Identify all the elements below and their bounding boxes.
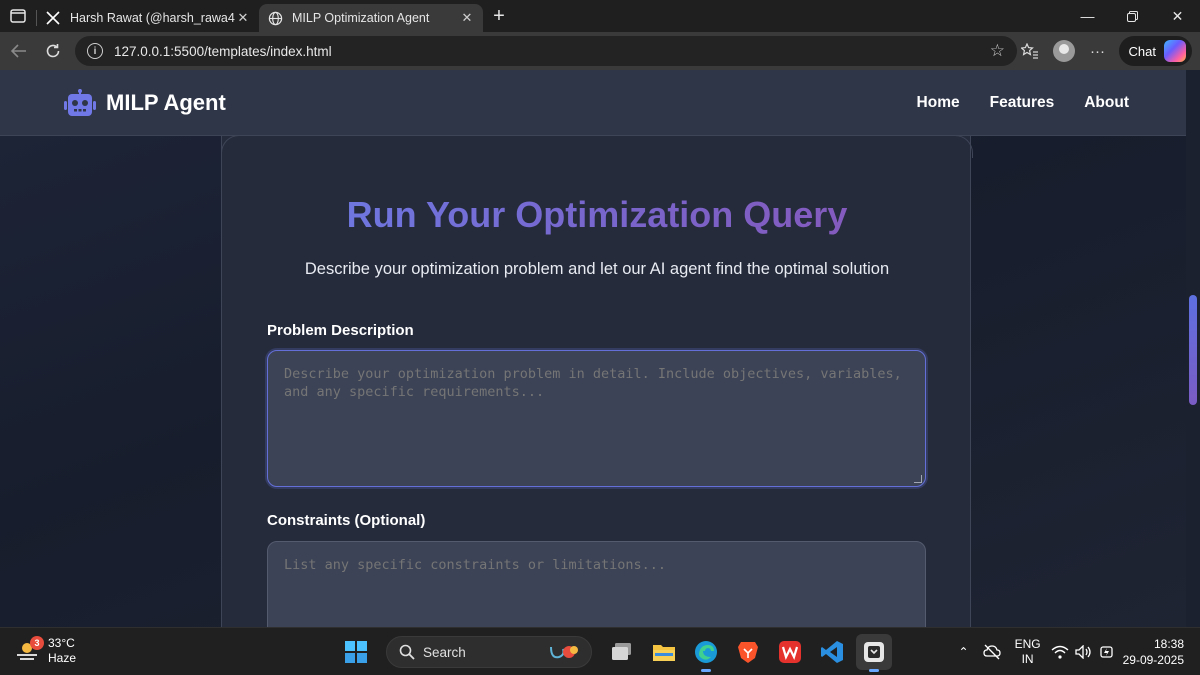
- copilot-icon: [1164, 40, 1186, 62]
- x-logo-icon: [45, 10, 61, 26]
- volume-icon[interactable]: [1074, 645, 1093, 659]
- tab-actions-button[interactable]: [0, 0, 36, 32]
- chevron-up-icon[interactable]: ⌃: [959, 645, 969, 659]
- folder-icon: [653, 645, 675, 661]
- brand-name: MILP Agent: [106, 90, 226, 115]
- brand[interactable]: MILP Agent: [64, 89, 226, 117]
- clock-date: 29-09-2025: [1122, 653, 1184, 667]
- window-controls: — ✕: [1065, 0, 1200, 32]
- taskbar-search[interactable]: Search: [386, 636, 592, 668]
- tab-milp-agent[interactable]: MILP Optimization Agent ✕: [259, 4, 483, 32]
- refresh-button[interactable]: [36, 35, 70, 67]
- vscode-icon: [821, 641, 843, 663]
- plus-icon: +: [493, 4, 505, 27]
- constraints-input[interactable]: [267, 541, 926, 627]
- back-button[interactable]: [2, 35, 36, 67]
- tab-title: MILP Optimization Agent: [292, 11, 430, 25]
- problem-description-label: Problem Description: [267, 322, 414, 339]
- devtools-app-button[interactable]: [856, 634, 892, 672]
- search-highlight-icon: [550, 646, 578, 659]
- scrollbar-thumb[interactable]: [1189, 295, 1197, 405]
- refresh-icon: [46, 44, 60, 58]
- vscode-button[interactable]: [814, 634, 850, 670]
- brave-lion-icon: [738, 642, 758, 663]
- favorite-star-icon[interactable]: ☆: [990, 41, 1005, 61]
- windows-logo-icon: [345, 641, 367, 663]
- search-label: Search: [423, 644, 466, 660]
- file-explorer-button[interactable]: [646, 634, 682, 670]
- problem-description-input[interactable]: [267, 350, 926, 487]
- weather-widget[interactable]: 3 33°C Haze: [14, 636, 76, 666]
- weather-desc: Haze: [48, 651, 77, 665]
- toolbar-right: ··· Chat: [1013, 32, 1200, 70]
- browser-toolbar: i 127.0.0.1:5500/templates/index.html ☆ …: [0, 32, 1200, 70]
- page-title: Run Your Optimization Query: [222, 194, 972, 236]
- address-bar[interactable]: i 127.0.0.1:5500/templates/index.html ☆: [75, 36, 1017, 66]
- minimize-button[interactable]: —: [1065, 0, 1110, 32]
- copilot-chat-button[interactable]: Chat: [1118, 36, 1192, 66]
- close-tab-icon[interactable]: ✕: [235, 10, 251, 26]
- app-window-icon: [864, 642, 884, 662]
- haze-sun-icon: 3: [14, 636, 44, 664]
- clock-time: 18:38: [1153, 637, 1184, 651]
- page-scrollbar[interactable]: [1186, 70, 1200, 627]
- brave-browser-button[interactable]: [730, 634, 766, 670]
- tab-actions-icon: [10, 9, 26, 23]
- query-card: Run Your Optimization Query Describe you…: [221, 135, 973, 627]
- restore-button[interactable]: [1110, 0, 1155, 32]
- globe-icon: [267, 10, 283, 26]
- profile-button[interactable]: [1047, 35, 1081, 67]
- wifi-icon[interactable]: [1051, 645, 1069, 659]
- battery-charging-icon[interactable]: [1099, 644, 1115, 660]
- system-clock[interactable]: 18:38 29-09-2025: [1123, 636, 1184, 668]
- site-navbar: MILP Agent Home Features About: [0, 70, 1186, 136]
- close-window-button[interactable]: ✕: [1155, 0, 1200, 32]
- new-tab-button[interactable]: +: [483, 0, 515, 32]
- chat-label: Chat: [1128, 43, 1156, 59]
- resize-handle-icon[interactable]: [914, 475, 922, 483]
- nav-link-features[interactable]: Features: [990, 94, 1055, 112]
- wps-office-button[interactable]: [772, 634, 808, 670]
- system-tray: ⌃ ENG IN 18:38 29-09-2025: [959, 628, 1200, 675]
- avatar: [1052, 40, 1075, 62]
- browser-tab-strip: Harsh Rawat (@harsh_rawa47363 ✕ MILP Opt…: [0, 0, 1200, 32]
- edge-icon: [695, 641, 717, 663]
- site-nav-links: Home Features About: [917, 94, 1129, 112]
- restore-icon: [1127, 10, 1138, 22]
- cloud-offline-icon[interactable]: [982, 644, 1001, 660]
- edge-browser-button[interactable]: [688, 634, 724, 672]
- favorites-list-icon: [1020, 43, 1038, 59]
- robot-icon: [64, 89, 96, 116]
- nav-link-about[interactable]: About: [1084, 94, 1129, 112]
- lang-top: ENG: [1014, 637, 1041, 651]
- weather-badge: 3: [30, 636, 44, 650]
- tab-x-profile[interactable]: Harsh Rawat (@harsh_rawa47363 ✕: [37, 4, 259, 32]
- start-button[interactable]: [338, 634, 374, 670]
- wps-icon: [779, 641, 801, 663]
- taskbar-apps: Search: [338, 634, 892, 672]
- more-options-icon[interactable]: ···: [1081, 35, 1115, 67]
- favorites-button[interactable]: [1013, 35, 1047, 67]
- url-text: 127.0.0.1:5500/templates/index.html: [114, 43, 332, 59]
- constraints-label: Constraints (Optional): [267, 512, 426, 529]
- close-tab-icon[interactable]: ✕: [459, 10, 475, 26]
- language-indicator[interactable]: ENG IN: [1015, 637, 1041, 667]
- nav-link-home[interactable]: Home: [917, 94, 960, 112]
- task-view-button[interactable]: [604, 634, 640, 670]
- windows-taskbar: 3 33°C Haze Search ⌃ ENG IN 18:38 29-09-…: [0, 627, 1200, 675]
- search-icon: [399, 644, 415, 660]
- task-view-icon: [612, 643, 631, 660]
- back-arrow-icon: [11, 44, 26, 58]
- site-info-icon[interactable]: i: [87, 43, 103, 59]
- weather-temp: 33°C: [48, 636, 75, 650]
- tab-title: Harsh Rawat (@harsh_rawa47363: [70, 11, 235, 25]
- page-viewport: MILP Agent Home Features About Run Your …: [0, 70, 1200, 627]
- lang-bottom: IN: [1021, 652, 1034, 666]
- problem-field-wrapper: [222, 350, 972, 487]
- page-subtitle: Describe your optimization problem and l…: [304, 260, 890, 278]
